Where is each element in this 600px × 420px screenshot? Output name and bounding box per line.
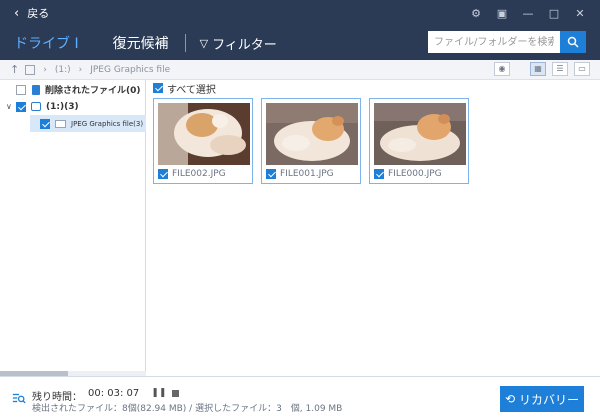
checkbox[interactable] bbox=[40, 118, 50, 129]
checkbox[interactable] bbox=[16, 84, 26, 95]
thumbnail-list: FILE002.JPG FILE001.JPG FILE000.JPG bbox=[147, 98, 600, 184]
tree-item-label: (1:)(3) bbox=[46, 101, 79, 112]
settings-icon[interactable]: ⚙ bbox=[470, 7, 482, 20]
select-all[interactable]: すべて選択 bbox=[147, 81, 600, 96]
file-name: FILE002.JPG bbox=[172, 169, 226, 179]
folder-icon bbox=[55, 119, 66, 128]
chevron-left-icon: ‹ bbox=[14, 5, 20, 21]
stop-icon[interactable] bbox=[172, 390, 180, 397]
breadcrumb-separator: › bbox=[78, 64, 83, 75]
breadcrumb-drive[interactable]: (1:) bbox=[55, 65, 71, 75]
grid-view-icon[interactable]: ▦ bbox=[530, 62, 546, 76]
cat-photo-image bbox=[374, 103, 466, 165]
checkbox[interactable] bbox=[153, 83, 163, 93]
preview-eye-icon[interactable]: ◉ bbox=[494, 62, 510, 76]
filter-label: フィルター bbox=[212, 37, 277, 53]
back-label: 戻る bbox=[27, 7, 50, 20]
recover-button[interactable]: ⟲ リカバリー bbox=[500, 386, 584, 412]
cat-photo-image bbox=[158, 103, 250, 165]
list-view-icon[interactable]: ☰ bbox=[552, 62, 568, 76]
cat-photo-image bbox=[266, 103, 358, 165]
file-grid: すべて選択 FILE002.JPG FILE001.JPG FILE000.JP… bbox=[147, 80, 600, 376]
search-button[interactable] bbox=[560, 31, 586, 53]
search-box bbox=[428, 31, 586, 53]
filter-button[interactable]: ▽ フィルター bbox=[200, 34, 277, 53]
tree-item-deleted[interactable]: 削除されたファイル(0) bbox=[0, 81, 145, 98]
back-button[interactable]: ‹ 戻る bbox=[0, 5, 49, 21]
title-bar: ‹ 戻る ⚙ ▣ — □ ✕ bbox=[0, 0, 600, 26]
scrollbar-thumb[interactable] bbox=[0, 371, 68, 376]
path-bar: ↑ › (1:) › JPEG Graphics file ◉ ▦ ☰ ▭ bbox=[0, 60, 600, 80]
restore-icon[interactable]: ▣ bbox=[496, 7, 508, 20]
breadcrumb-folder[interactable]: JPEG Graphics file bbox=[90, 65, 170, 75]
checkbox[interactable] bbox=[266, 169, 276, 179]
window-controls: ⚙ ▣ — □ ✕ bbox=[470, 7, 600, 20]
view-buttons: ◉ ▦ ☰ ▭ bbox=[494, 62, 590, 76]
tree-item-drive[interactable]: ∨ (1:)(3) bbox=[0, 98, 145, 115]
checkbox[interactable] bbox=[16, 101, 26, 112]
status-bar: 残り時間： 00: 03: 07 ❚❚ 検出されたファイル：8個(82.94 M… bbox=[0, 371, 600, 420]
view-gap bbox=[516, 62, 524, 76]
header-divider bbox=[184, 34, 186, 52]
document-icon bbox=[25, 64, 36, 75]
chevron-down-icon[interactable]: ∨ bbox=[6, 102, 14, 111]
checkbox[interactable] bbox=[158, 169, 168, 179]
tab-recovery-candidates[interactable]: 復元候補 bbox=[99, 33, 169, 53]
tree-item-label: 削除されたファイル(0) bbox=[45, 86, 141, 96]
file-thumbnail[interactable]: FILE001.JPG bbox=[261, 98, 361, 184]
select-all-label: すべて選択 bbox=[167, 84, 216, 96]
maximize-icon[interactable]: □ bbox=[548, 7, 560, 20]
sidebar-scrollbar[interactable] bbox=[0, 371, 146, 376]
header-bar: ドライブ I 復元候補 ▽ フィルター bbox=[0, 26, 600, 60]
recover-icon: ⟲ bbox=[504, 392, 516, 406]
search-input[interactable] bbox=[428, 31, 560, 53]
detail-view-icon[interactable]: ▭ bbox=[574, 62, 590, 76]
checkbox[interactable] bbox=[374, 169, 384, 179]
filter-icon: ▽ bbox=[199, 36, 209, 50]
drive-icon bbox=[31, 102, 41, 111]
minimize-icon[interactable]: — bbox=[522, 7, 534, 20]
file-thumbnail[interactable]: FILE000.JPG bbox=[369, 98, 469, 184]
file-name: FILE000.JPG bbox=[388, 169, 442, 179]
file-name: FILE001.JPG bbox=[280, 169, 334, 179]
search-icon bbox=[567, 36, 579, 48]
tree-item-folder[interactable]: JPEG Graphics file(3) bbox=[30, 115, 146, 132]
file-thumbnail[interactable]: FILE002.JPG bbox=[153, 98, 253, 184]
trash-icon bbox=[32, 84, 40, 95]
tree-item-label: JPEG Graphics file(3) bbox=[71, 119, 144, 128]
up-arrow-icon[interactable]: ↑ bbox=[10, 63, 19, 76]
scan-icon bbox=[12, 393, 26, 404]
scan-summary: 検出されたファイル：8個(82.94 MB) / 選択したファイル：3 個, 1… bbox=[32, 404, 343, 414]
tab-drive[interactable]: ドライブ I bbox=[0, 33, 79, 53]
recover-label: リカバリー bbox=[519, 392, 580, 407]
close-icon[interactable]: ✕ bbox=[574, 7, 586, 20]
sidebar-tree: 削除されたファイル(0) ∨ (1:)(3) JPEG Graphics fil… bbox=[0, 80, 146, 376]
breadcrumb-separator: › bbox=[43, 64, 47, 75]
